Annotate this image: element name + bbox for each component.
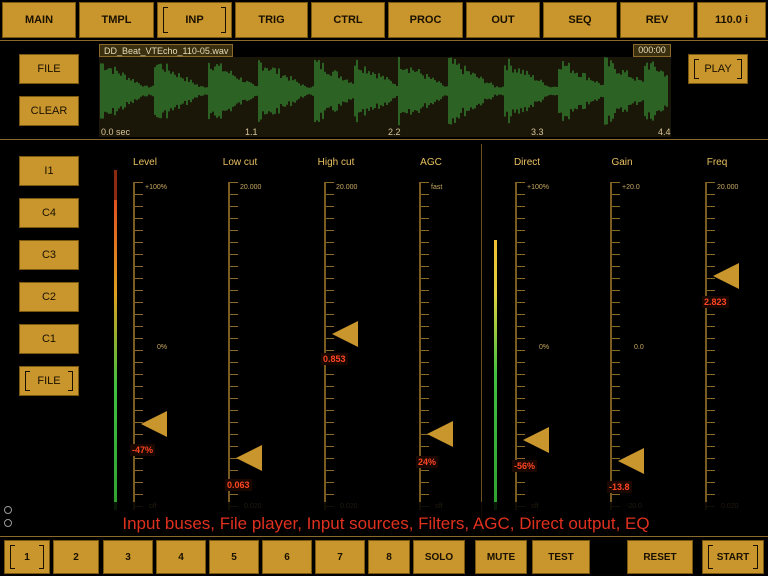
level-meter (114, 200, 117, 510)
tempo-display[interactable]: 110.0 i (697, 2, 766, 38)
time-mark-0: 0.0 sec (101, 127, 131, 137)
start-button[interactable]: START (702, 540, 764, 574)
bus-8-button[interactable]: 8 (368, 540, 410, 574)
direct-top-label: +100% (527, 184, 549, 191)
clear-button[interactable]: CLEAR (19, 96, 79, 126)
high-cut-title: High cut (317, 157, 355, 168)
tab-main[interactable]: MAIN (2, 2, 76, 38)
low-cut-title: Low cut (222, 157, 258, 168)
low-cut-top-label: 20.000 (240, 184, 262, 191)
gain-slider-handle[interactable] (618, 448, 644, 474)
gain-top-label: +20.0 (622, 184, 640, 191)
level-slider-handle[interactable] (141, 411, 167, 437)
mute-button[interactable]: MUTE (475, 540, 527, 574)
tab-ctrl[interactable]: CTRL (311, 2, 385, 38)
tab-out[interactable]: OUT (466, 2, 540, 38)
level-title: Level (133, 157, 157, 168)
waveform-display[interactable] (99, 56, 671, 137)
tab-trig[interactable]: TRIG (235, 2, 308, 38)
bus-7-button[interactable]: 7 (315, 540, 365, 574)
tab-seq[interactable]: SEQ (543, 2, 617, 38)
agc-top-label: fast (431, 184, 443, 191)
file-load-button[interactable]: FILE (19, 54, 79, 84)
bus-3-button[interactable]: 3 (103, 540, 153, 574)
reset-button[interactable]: RESET (627, 540, 693, 574)
bus-4-button[interactable]: 4 (156, 540, 206, 574)
gain-mid-label: 0.0 (634, 344, 644, 351)
gain-title: Gain (611, 157, 633, 168)
bottom-divider (0, 536, 768, 537)
test-button[interactable]: TEST (532, 540, 590, 574)
low-cut-slider-handle[interactable] (236, 445, 262, 471)
time-mark-1: 1.1 (245, 127, 258, 137)
top-divider (0, 40, 768, 41)
bus-5-button[interactable]: 5 (209, 540, 259, 574)
agc-value: 24% (416, 456, 439, 468)
bus-1-button[interactable]: 1 (4, 540, 50, 574)
high-cut-slider-handle[interactable] (332, 321, 358, 347)
freq-ticks (707, 182, 715, 510)
level-meter-peak (114, 170, 117, 200)
agc-title: AGC (420, 157, 442, 168)
time-mark-4: 4.4 (658, 127, 671, 137)
waveform (100, 56, 668, 126)
tab-tmpl[interactable]: TMPL (79, 2, 154, 38)
level-top-label: +100% (145, 184, 167, 191)
agc-slider-handle[interactable] (427, 421, 453, 447)
input-c1-button[interactable]: C1 (19, 324, 79, 354)
direct-mid-label: 0% (539, 344, 550, 351)
freq-title: Freq (706, 157, 728, 168)
direct-slider-handle[interactable] (523, 427, 549, 453)
level-value: -47% (130, 444, 156, 456)
panel-divider (0, 139, 768, 140)
tab-rev[interactable]: REV (620, 2, 694, 38)
input-i1-button[interactable]: I1 (19, 156, 79, 186)
input-c2-button[interactable]: C2 (19, 282, 79, 312)
bus-6-button[interactable]: 6 (262, 540, 312, 574)
page-dot-1[interactable] (4, 506, 12, 514)
freq-value: 2.823 (702, 296, 729, 308)
gain-value: -13.8 (607, 481, 632, 493)
play-button[interactable]: PLAY (688, 54, 748, 84)
input-c3-button[interactable]: C3 (19, 240, 79, 270)
tab-proc[interactable]: PROC (388, 2, 463, 38)
low-cut-value: 0.063 (225, 479, 252, 491)
section-divider (481, 144, 482, 534)
page-dot-2[interactable] (4, 519, 12, 527)
high-cut-top-label: 20.000 (336, 184, 358, 191)
time-readout: 000:00 (633, 44, 671, 57)
direct-value: -56% (512, 460, 538, 472)
bus-2-button[interactable]: 2 (53, 540, 99, 574)
time-mark-3: 3.3 (531, 127, 544, 137)
input-file-button[interactable]: FILE (19, 366, 79, 396)
file-name: DD_Beat_VTEcho_110-05.wav (99, 44, 234, 57)
tab-inp[interactable]: INP (157, 2, 232, 38)
direct-meter (494, 240, 497, 510)
input-c4-button[interactable]: C4 (19, 198, 79, 228)
solo-button[interactable]: SOLO (413, 540, 465, 574)
level-mid-label: 0% (157, 344, 168, 351)
time-mark-2: 2.2 (388, 127, 401, 137)
freq-top-label: 20.000 (717, 184, 739, 191)
direct-title: Direct (513, 157, 541, 168)
level-ticks (135, 182, 143, 510)
high-cut-value: 0.853 (321, 353, 348, 365)
freq-slider-handle[interactable] (713, 263, 739, 289)
